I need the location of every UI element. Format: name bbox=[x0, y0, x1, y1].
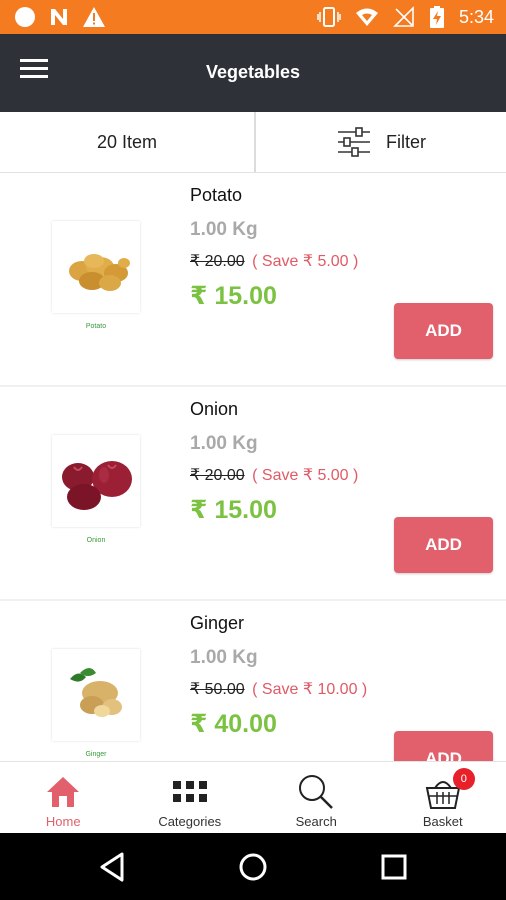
nav-search[interactable]: Search bbox=[253, 762, 380, 834]
product-price: ₹ 15.00 bbox=[190, 496, 277, 524]
page-title: Vegetables bbox=[205, 62, 301, 82]
grid-icon[interactable] bbox=[172, 779, 208, 805]
old-price: ₹ 20.00 bbox=[190, 253, 245, 270]
circle-home-icon[interactable] bbox=[236, 850, 270, 884]
product-quantity: 1.00 Kg bbox=[190, 219, 258, 240]
product-quantity: 1.00 Kg bbox=[190, 433, 258, 454]
nav-basket[interactable]: 0 Basket bbox=[380, 762, 506, 834]
product-price: ₹ 15.00 bbox=[190, 282, 277, 310]
product-card[interactable]: Ginger Ginger 1.00 Kg ₹ 50.00 ( Save ₹ 1… bbox=[0, 601, 506, 761]
vibrate-icon bbox=[317, 7, 341, 27]
product-list[interactable]: Potato Potato 1.00 Kg ₹ 20.00 ( Save ₹ 5… bbox=[0, 173, 506, 761]
price-row: ₹ 50.00 ( Save ₹ 10.00 ) bbox=[190, 679, 367, 699]
basket-count-badge: 0 bbox=[452, 768, 475, 790]
recents-button[interactable] bbox=[377, 850, 411, 884]
price-row: ₹ 20.00 ( Save ₹ 5.00 ) bbox=[190, 251, 358, 271]
nav-label[interactable]: Categories bbox=[158, 814, 221, 829]
bottom-nav: Home Categories Search 0 Basket bbox=[0, 761, 506, 833]
savings-text: ( Save ₹ 10.00 ) bbox=[252, 681, 368, 698]
no-signal-icon bbox=[393, 6, 414, 27]
filter-bar: 20 Item Filter bbox=[0, 112, 506, 173]
wifi-icon bbox=[355, 8, 378, 26]
back-icon[interactable] bbox=[96, 850, 130, 884]
android-nav-bar bbox=[0, 833, 506, 900]
filter-button[interactable]: Filter bbox=[256, 112, 506, 172]
home-nav-button[interactable] bbox=[236, 850, 270, 884]
battery-charging-icon bbox=[429, 6, 444, 28]
n-app-icon bbox=[51, 9, 67, 25]
system-icons: 5:34 bbox=[317, 6, 494, 28]
savings-text: ( Save ₹ 5.00 ) bbox=[252, 253, 359, 270]
warning-icon bbox=[83, 7, 105, 27]
product-name: Potato bbox=[190, 185, 243, 205]
search-icon[interactable] bbox=[297, 773, 335, 811]
product-card[interactable]: Onion Onion 1.00 Kg ₹ 20.00 ( Save ₹ 5.0… bbox=[0, 387, 506, 599]
filter-label[interactable]: Filter bbox=[386, 132, 426, 153]
notification-icons bbox=[14, 6, 106, 28]
product-card[interactable]: Potato Potato 1.00 Kg ₹ 20.00 ( Save ₹ 5… bbox=[0, 173, 506, 385]
savings-text: ( Save ₹ 5.00 ) bbox=[252, 467, 359, 484]
product-caption: Ginger bbox=[85, 751, 107, 758]
product-image-onion[interactable] bbox=[52, 435, 140, 527]
add-button[interactable]: ADD bbox=[394, 731, 493, 761]
product-image-ginger[interactable] bbox=[52, 649, 140, 741]
nav-home[interactable]: Home bbox=[0, 762, 127, 834]
status-bar: 5:34 bbox=[0, 0, 506, 34]
old-price: ₹ 20.00 bbox=[190, 467, 245, 484]
clock: 5:34 bbox=[458, 7, 494, 27]
nav-categories[interactable]: Categories bbox=[127, 762, 254, 834]
item-count: 20 Item bbox=[96, 132, 158, 152]
product-quantity: 1.00 Kg bbox=[190, 647, 258, 668]
nav-label[interactable]: Basket bbox=[423, 814, 463, 829]
price-row: ₹ 20.00 ( Save ₹ 5.00 ) bbox=[190, 465, 358, 485]
potato-image bbox=[69, 254, 130, 291]
square-recents-icon[interactable] bbox=[377, 850, 411, 884]
app-toolbar: Vegetables bbox=[0, 34, 506, 112]
old-price: ₹ 50.00 bbox=[190, 681, 245, 698]
onion-image bbox=[62, 461, 132, 510]
circle-notification-icon bbox=[15, 7, 35, 27]
product-caption: Onion bbox=[86, 537, 106, 544]
nav-label[interactable]: Home bbox=[46, 814, 81, 829]
add-button[interactable]: ADD bbox=[394, 517, 493, 573]
back-button[interactable] bbox=[96, 850, 130, 884]
product-name: Ginger bbox=[190, 613, 245, 633]
home-icon[interactable] bbox=[46, 775, 80, 809]
sliders-icon[interactable] bbox=[336, 127, 372, 157]
nav-label[interactable]: Search bbox=[296, 814, 337, 829]
product-caption: Potato bbox=[85, 323, 107, 330]
product-image-potato[interactable] bbox=[52, 221, 140, 313]
product-price: ₹ 40.00 bbox=[190, 710, 277, 738]
add-button[interactable]: ADD bbox=[394, 303, 493, 359]
product-name: Onion bbox=[190, 399, 239, 419]
ginger-image bbox=[70, 668, 122, 717]
